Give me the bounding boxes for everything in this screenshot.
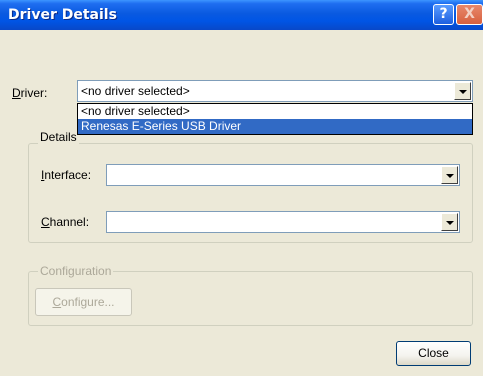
close-button[interactable]: Close	[396, 341, 471, 366]
title-close-button[interactable]: X	[456, 4, 483, 25]
driver-combobox-value: <no driver selected>	[81, 84, 190, 98]
details-group-title: Details	[38, 130, 79, 144]
configuration-group-title: Configuration	[38, 264, 114, 278]
close-icon: X	[464, 6, 475, 22]
driver-label: Driver:	[12, 86, 48, 100]
driver-dropdown-arrow-icon[interactable]	[454, 82, 471, 100]
driver-details-dialog: Driver Details ? X Driver: <no driver se…	[0, 0, 483, 376]
driver-dropdown-list: <no driver selected> Renesas E-Series US…	[77, 103, 473, 135]
driver-option-none[interactable]: <no driver selected>	[78, 104, 472, 119]
driver-combobox[interactable]: <no driver selected>	[77, 80, 473, 102]
help-icon: ?	[439, 6, 448, 22]
interface-dropdown-arrow-icon[interactable]	[441, 166, 458, 184]
channel-combobox[interactable]	[106, 211, 460, 233]
dialog-title: Driver Details	[8, 7, 117, 23]
channel-dropdown-arrow-icon[interactable]	[441, 213, 458, 231]
channel-label: Channel:	[41, 215, 90, 229]
interface-label: Interface:	[41, 168, 92, 182]
title-bar[interactable]: Driver Details ? X	[0, 0, 483, 30]
configure-button[interactable]: Configure...	[35, 288, 132, 316]
help-button[interactable]: ?	[433, 4, 454, 25]
interface-combobox[interactable]	[106, 164, 460, 186]
driver-option-renesas-usb[interactable]: Renesas E-Series USB Driver	[78, 119, 472, 134]
